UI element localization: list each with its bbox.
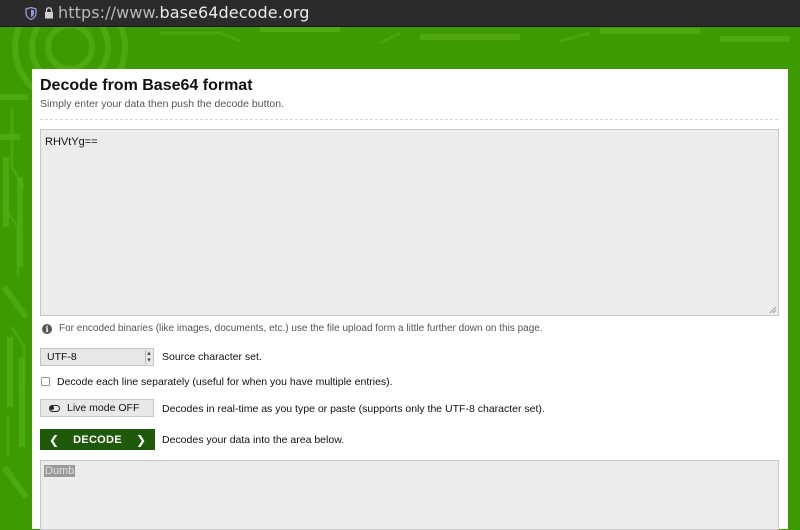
chevron-left-icon: ❮ xyxy=(49,432,60,447)
decoded-output-textarea[interactable]: Dumb xyxy=(40,460,779,530)
toggle-icon xyxy=(49,404,60,412)
url-text[interactable]: https://www.base64decode.org xyxy=(58,3,309,22)
decode-each-line-checkbox[interactable] xyxy=(41,377,50,386)
decode-each-line-label[interactable]: Decode each line separately (useful for … xyxy=(57,376,393,388)
shield-icon[interactable] xyxy=(25,7,37,20)
page-title: Decode from Base64 format xyxy=(40,77,253,94)
decode-button-label: DECODE xyxy=(73,433,122,446)
charset-selected-value: UTF-8 xyxy=(47,351,77,363)
live-mode-description: Decodes in real-time as you type or past… xyxy=(162,403,545,415)
resize-grip-icon[interactable] xyxy=(769,306,776,313)
info-text: For encoded binaries (like images, docum… xyxy=(59,323,543,334)
lock-icon[interactable] xyxy=(44,7,54,19)
input-value: RHVtYg== xyxy=(45,136,98,148)
main-panel: Decode from Base64 format Simply enter y… xyxy=(32,69,788,530)
browser-address-bar[interactable]: https://www.base64decode.org xyxy=(0,0,800,27)
url-scheme: https://www. xyxy=(58,3,160,22)
chevron-right-icon: ❯ xyxy=(135,432,146,447)
output-value: Dumb xyxy=(44,465,76,477)
divider xyxy=(40,119,778,120)
page-subtitle: Simply enter your data then push the dec… xyxy=(40,98,284,110)
charset-label: Source character set. xyxy=(162,351,262,363)
decode-description: Decodes your data into the area below. xyxy=(162,434,345,446)
select-arrows-icon: ▴ ▾ xyxy=(145,350,152,364)
base64-input-textarea[interactable]: RHVtYg== xyxy=(40,129,779,316)
decode-button[interactable]: ❮ DECODE ❯ xyxy=(40,429,155,450)
live-mode-label: Live mode OFF xyxy=(67,402,140,414)
charset-select[interactable]: UTF-8 ▴ ▾ xyxy=(40,348,154,366)
url-host: base64decode.org xyxy=(159,3,310,22)
live-mode-button[interactable]: Live mode OFF xyxy=(40,399,154,417)
info-row: i For encoded binaries (like images, doc… xyxy=(42,323,543,334)
info-icon: i xyxy=(42,323,52,334)
